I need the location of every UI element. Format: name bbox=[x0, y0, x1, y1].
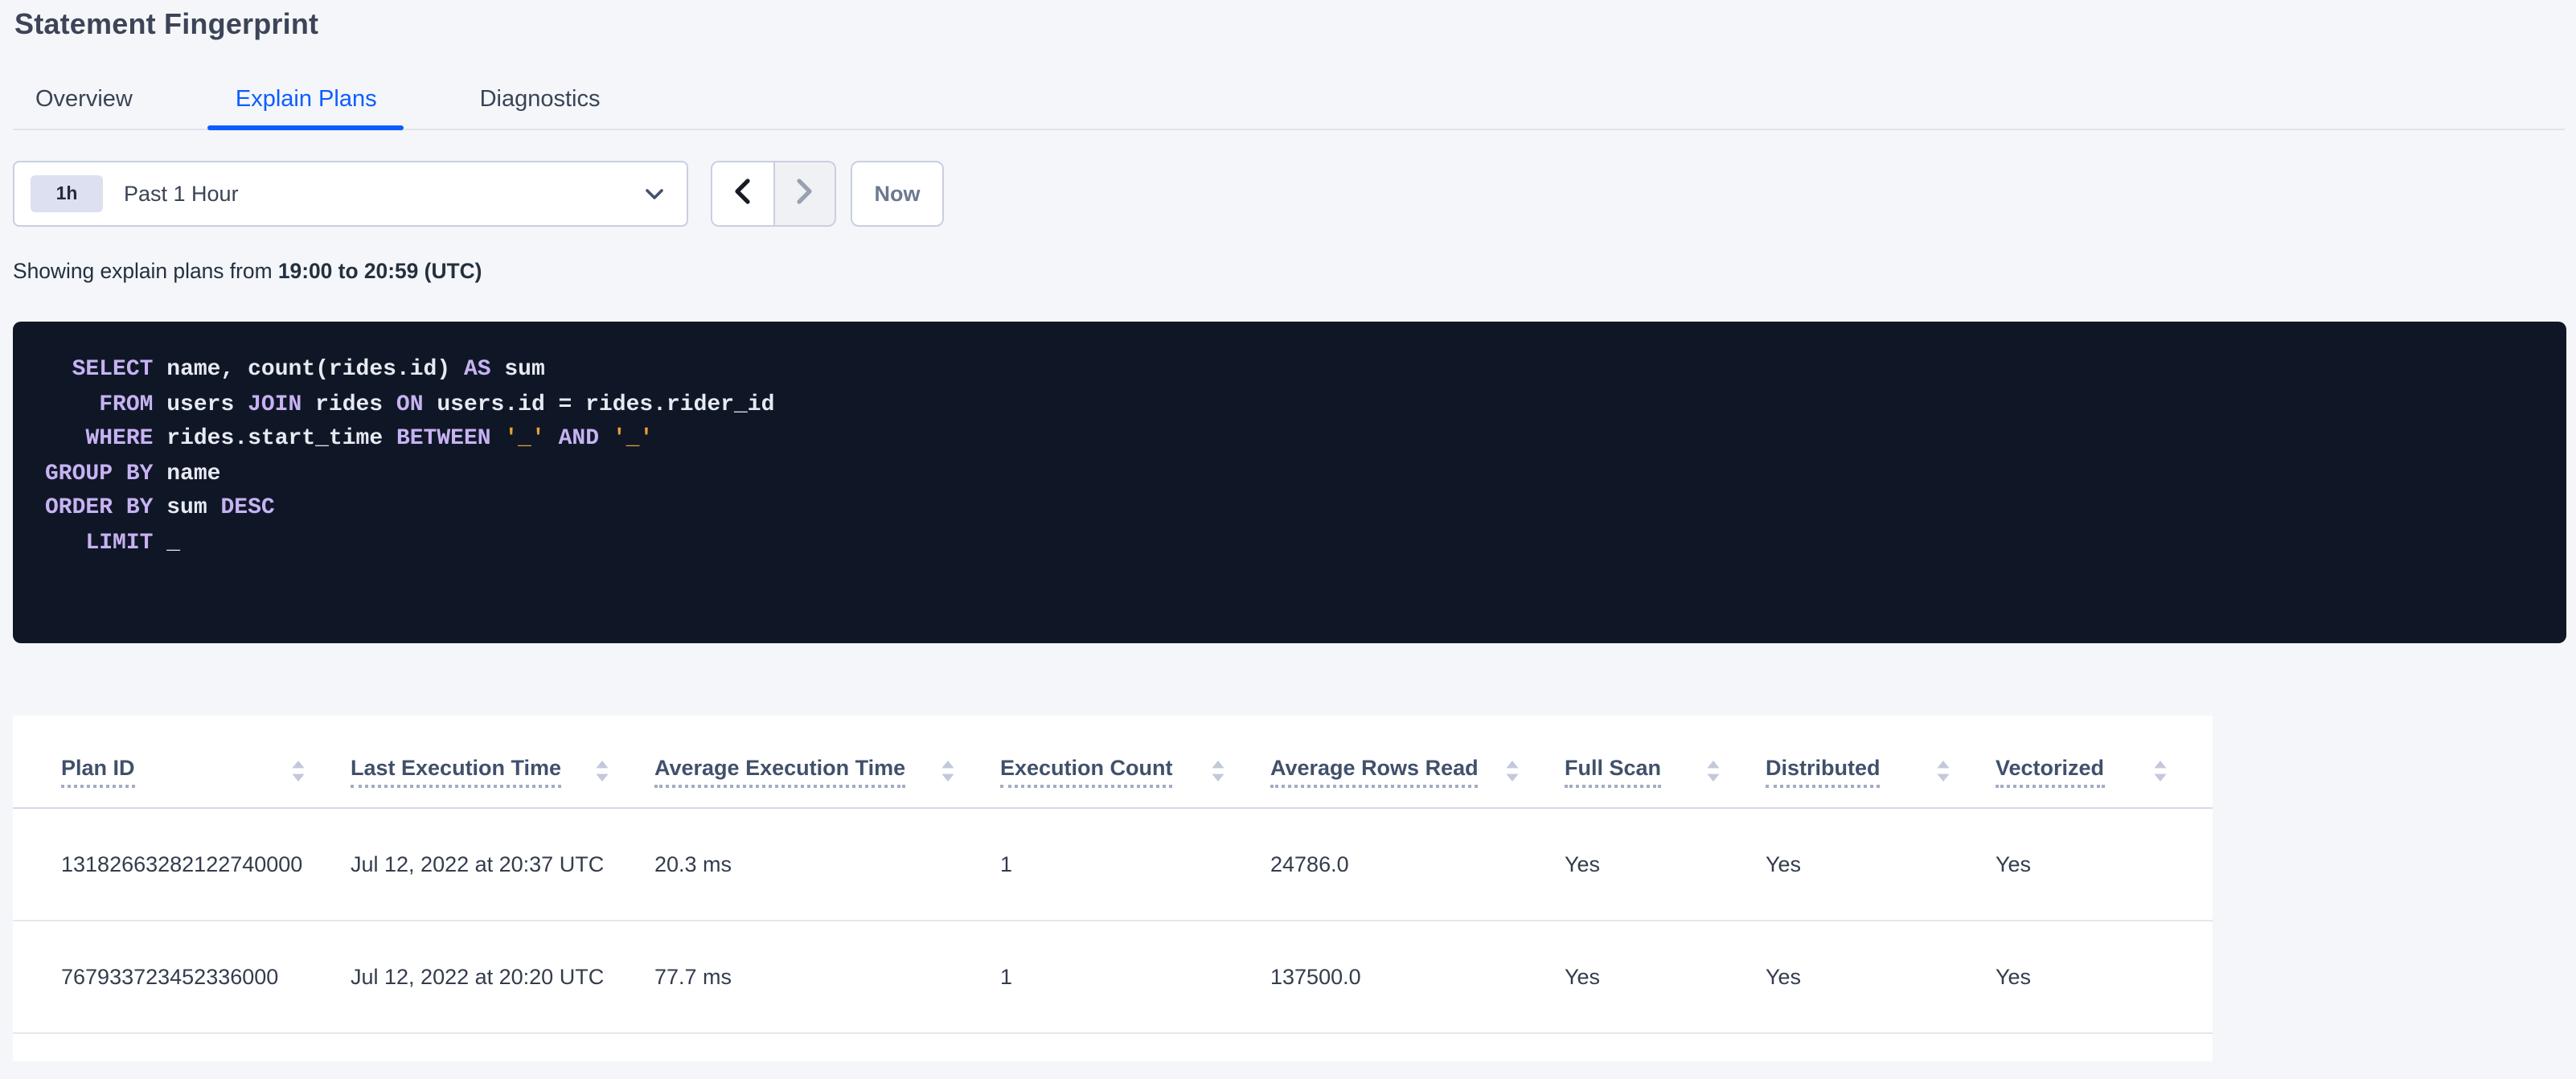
cell-full-scan: Yes bbox=[1565, 852, 1601, 876]
tab-diagnostics[interactable]: Diagnostics bbox=[480, 72, 601, 129]
sql-line: LIMIT _ bbox=[85, 530, 181, 556]
table-body: 13182663282122740000 Jul 12, 2022 at 20:3… bbox=[13, 809, 2213, 1034]
sql-line: GROUP BY name bbox=[45, 461, 221, 486]
cell-last-execution-time: Jul 12, 2022 at 20:37 UTC bbox=[351, 852, 605, 876]
cell-execution-count: 1 bbox=[1000, 852, 1013, 876]
statement-fingerprint-page: Statement Fingerprint Overview Explain Pl… bbox=[0, 0, 2576, 1079]
cell-plan-id: 767933723452336000 bbox=[61, 965, 279, 989]
time-range-arrows bbox=[711, 161, 836, 227]
column-header-average-execution-time[interactable]: Average Execution Time bbox=[654, 755, 1000, 787]
column-header-label: Average Execution Time bbox=[654, 755, 906, 787]
column-header-last-execution-time[interactable]: Last Execution Time bbox=[351, 755, 654, 787]
sort-icon bbox=[291, 761, 306, 782]
sort-icon bbox=[1936, 761, 1950, 782]
sort-icon bbox=[1505, 761, 1520, 782]
cell-average-execution-time: 20.3 ms bbox=[654, 852, 732, 876]
tab-overview[interactable]: Overview bbox=[35, 72, 133, 129]
cell-distributed: Yes bbox=[1766, 965, 1802, 989]
range-summary-prefix: Showing explain plans from bbox=[13, 259, 278, 283]
sql-line: FROM users JOIN rides ON users.id = ride… bbox=[99, 392, 775, 417]
time-preset-badge: 1h bbox=[31, 175, 103, 212]
cell-vectorized: Yes bbox=[1996, 965, 2032, 989]
column-header-label: Vectorized bbox=[1996, 755, 2105, 787]
next-range-button[interactable] bbox=[774, 162, 835, 225]
column-header-label: Full Scan bbox=[1565, 755, 1662, 787]
column-header-plan-id[interactable]: Plan ID bbox=[61, 755, 351, 787]
cell-vectorized: Yes bbox=[1996, 852, 2032, 876]
sort-icon bbox=[941, 761, 955, 782]
cell-average-execution-time: 77.7 ms bbox=[654, 965, 732, 989]
table-header-row: Plan ID Last Execution Time Average Execut… bbox=[13, 716, 2213, 809]
cell-distributed: Yes bbox=[1766, 852, 1802, 876]
column-header-vectorized[interactable]: Vectorized bbox=[1996, 755, 2213, 787]
sql-statement-block: SELECT name, count(rides.id) AS sum FROM… bbox=[13, 322, 2566, 643]
chevron-right-icon bbox=[796, 178, 814, 209]
chevron-down-icon bbox=[645, 187, 664, 200]
column-header-label: Distributed bbox=[1766, 755, 1881, 787]
cell-full-scan: Yes bbox=[1565, 965, 1601, 989]
column-header-label: Plan ID bbox=[61, 755, 135, 787]
range-summary-range: 19:00 to 20:59 (UTC) bbox=[277, 259, 482, 283]
time-controls: 1h Past 1 Hour Now bbox=[13, 161, 944, 227]
table-row: 13182663282122740000 Jul 12, 2022 at 20:3… bbox=[13, 809, 2213, 921]
sort-icon bbox=[595, 761, 609, 782]
time-range-label: Past 1 Hour bbox=[124, 182, 239, 206]
table-row: 767933723452336000 Jul 12, 2022 at 20:20 … bbox=[13, 921, 2213, 1034]
column-header-average-rows-read[interactable]: Average Rows Read bbox=[1270, 755, 1565, 787]
now-button[interactable]: Now bbox=[851, 161, 944, 227]
column-header-full-scan[interactable]: Full Scan bbox=[1565, 755, 1766, 787]
column-header-label: Last Execution Time bbox=[351, 755, 562, 787]
chevron-left-icon bbox=[734, 178, 752, 209]
sort-icon bbox=[1706, 761, 1721, 782]
prev-range-button[interactable] bbox=[712, 162, 774, 225]
cell-plan-id: 13182663282122740000 bbox=[61, 852, 303, 876]
sql-line: ORDER BY sum DESC bbox=[45, 495, 275, 521]
range-summary: Showing explain plans from 19:00 to 20:5… bbox=[13, 259, 482, 283]
cell-last-execution-time: Jul 12, 2022 at 20:20 UTC bbox=[351, 965, 605, 989]
cell-average-rows-read: 137500.0 bbox=[1270, 965, 1361, 989]
column-header-label: Execution Count bbox=[1000, 755, 1173, 787]
column-header-distributed[interactable]: Distributed bbox=[1766, 755, 1996, 787]
tab-bar: Overview Explain Plans Diagnostics bbox=[13, 72, 2565, 130]
sort-icon bbox=[2153, 761, 2168, 782]
column-header-label: Average Rows Read bbox=[1270, 755, 1479, 787]
cell-average-rows-read: 24786.0 bbox=[1270, 852, 1349, 876]
plans-table-card: Plan ID Last Execution Time Average Execut… bbox=[13, 716, 2213, 1061]
time-range-select[interactable]: 1h Past 1 Hour bbox=[13, 161, 688, 227]
page-title: Statement Fingerprint bbox=[14, 8, 319, 40]
column-header-execution-count[interactable]: Execution Count bbox=[1000, 755, 1270, 787]
sort-icon bbox=[1211, 761, 1225, 782]
cell-execution-count: 1 bbox=[1000, 965, 1013, 989]
tab-explain-plans[interactable]: Explain Plans bbox=[207, 72, 404, 130]
sql-line: WHERE rides.start_time BETWEEN '_' AND '… bbox=[85, 426, 654, 452]
sql-line: SELECT name, count(rides.id) AS sum bbox=[72, 357, 545, 383]
